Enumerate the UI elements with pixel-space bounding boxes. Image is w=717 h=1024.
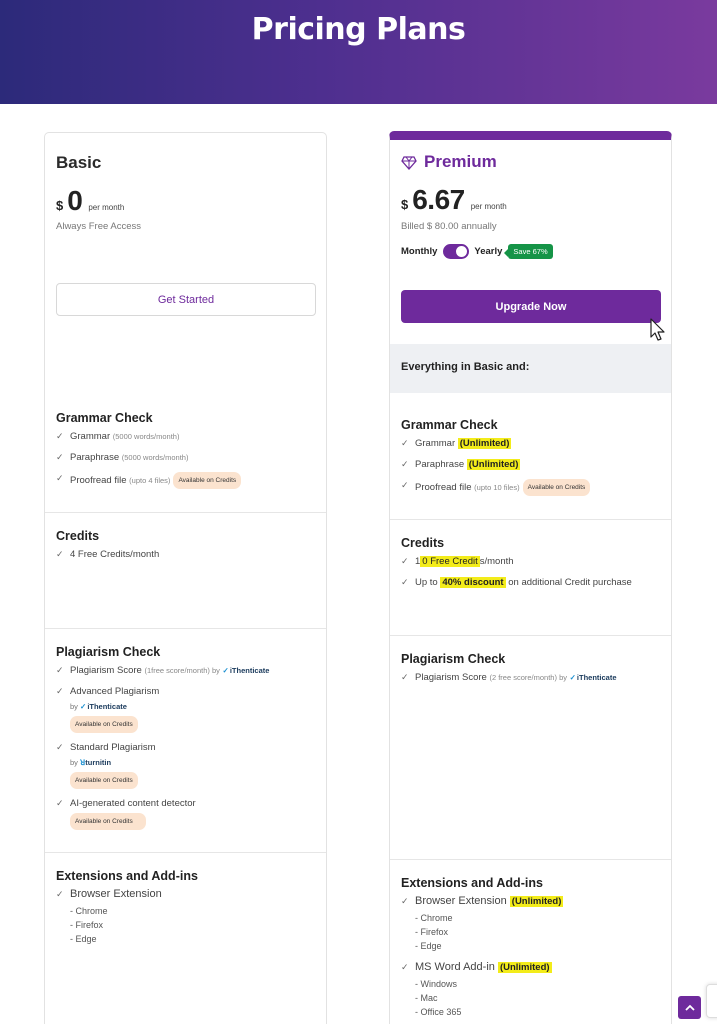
- credits-badge: Available on Credits: [173, 472, 242, 489]
- ithenticate-logo: iThenticate: [570, 673, 617, 682]
- chevron-up-icon: [684, 1004, 695, 1011]
- credits-badge: Available on Credits: [70, 772, 138, 789]
- check-icon: ✓: [56, 665, 64, 675]
- credits-badge: Available on Credits: [70, 716, 138, 733]
- extensions-section: Extensions and Add-ins ✓ Browser Extensio…: [390, 860, 671, 1024]
- credits-section: Credits ✓ 1 0 Free Credit s/month ✓ Up to 40…: [390, 520, 671, 636]
- extensions-section: Extensions and Add-ins ✓ Browser Extensio…: [45, 853, 326, 1024]
- feature-item: ✓Advanced Plagiarism by iThenticate Avai…: [56, 685, 315, 733]
- get-started-button[interactable]: Get Started: [56, 283, 316, 316]
- billing-toggle-row: Monthly Yearly Save 67%: [401, 244, 553, 259]
- section-title: Plagiarism Check: [56, 645, 161, 659]
- credits-badge: Available on Credits: [522, 479, 591, 496]
- check-icon: ✓: [56, 742, 64, 752]
- unlimited-highlight: (Unlimited): [509, 896, 564, 907]
- unlimited-highlight: (Unlimited): [457, 438, 512, 449]
- check-icon: ✓: [401, 438, 409, 448]
- page-header: Pricing Plans: [0, 0, 717, 104]
- plan-price: $ 6.67 per month: [401, 184, 507, 216]
- check-icon: ✓: [56, 431, 64, 441]
- diamond-icon: [401, 156, 417, 170]
- feature-item: ✓ Grammar (Unlimited): [401, 438, 512, 449]
- plan-price: $ 0 per month: [56, 185, 124, 217]
- price-period: per month: [88, 203, 125, 212]
- check-icon: ✓: [401, 480, 409, 490]
- feature-item: ✓ Browser Extension (Unlimited) - Chrome …: [401, 895, 564, 951]
- section-title: Grammar Check: [56, 411, 153, 425]
- upgrade-now-button[interactable]: Upgrade Now: [401, 290, 661, 323]
- plan-name: Basic: [56, 153, 102, 172]
- feature-item: ✓ Plagiarism Score (1free score/month) by…: [56, 664, 315, 677]
- check-icon: ✓: [401, 672, 409, 682]
- check-icon: ✓: [401, 556, 409, 566]
- feature-item: ✓ Standard Plagiarism by ꓤturnitin Availa…: [56, 741, 315, 789]
- plan-name: Premium: [424, 152, 497, 171]
- billing-note: Billed $ 80.00 annually: [401, 221, 497, 232]
- check-icon: ✓: [56, 798, 64, 808]
- plan-note: Always Free Access: [56, 221, 141, 232]
- yearly-label[interactable]: Yearly: [474, 246, 502, 257]
- page-title: Pricing Plans: [251, 12, 466, 47]
- price-amount: 6.67: [412, 184, 465, 215]
- plagiarism-section: Plagiarism Check ✓ Plagiarism Score (2 fr…: [390, 636, 671, 860]
- save-badge: Save 67%: [504, 244, 553, 259]
- feature-item: ✓ Up to 40% discount on additional Credit…: [401, 577, 632, 588]
- currency-symbol: $: [401, 197, 409, 212]
- feature-item: ✓ Plagiarism Score (2 free score/month) b…: [401, 671, 660, 684]
- check-icon: ✓: [56, 549, 64, 559]
- ithenticate-logo: iThenticate: [80, 702, 127, 711]
- section-title: Credits: [56, 529, 100, 543]
- basic-plan-card: Basic $ 0 per month Always Free Access G…: [44, 132, 327, 1024]
- currency-symbol: $: [56, 198, 64, 213]
- feature-item: ✓ Browser Extension - Chrome - Firefox - …: [56, 888, 162, 944]
- mouse-cursor-icon: [650, 318, 665, 341]
- section-title: Extensions and Add-ins: [401, 876, 543, 890]
- check-icon: ✓: [401, 459, 409, 469]
- feature-item: ✓ MS Word Add-in (Unlimited) - Windows - …: [401, 961, 552, 1017]
- billing-toggle[interactable]: [443, 244, 470, 259]
- check-icon: ✓: [56, 889, 64, 899]
- credits-section: Credits ✓ 4 Free Credits/month: [45, 513, 326, 629]
- check-icon: ✓: [56, 686, 64, 696]
- turnitin-logo: ꓤturnitin: [80, 758, 112, 767]
- feature-item: ✓ 4 Free Credits/month: [56, 549, 160, 560]
- feature-item: ✓ Proofread file (upto 4 files) Available …: [56, 472, 315, 489]
- ithenticate-logo: iThenticate: [223, 666, 270, 675]
- unlimited-highlight: (Unlimited): [466, 459, 521, 470]
- grammar-section: Grammar Check ✓ Grammar (Unlimited) ✓ Para…: [390, 418, 671, 520]
- everything-in-basic-banner: Everything in Basic and:: [390, 344, 671, 393]
- check-icon: ✓: [56, 452, 64, 462]
- grammar-section: Grammar Check ✓ Grammar (5000 words/month…: [45, 411, 326, 513]
- price-amount: 0: [67, 185, 83, 216]
- price-period: per month: [470, 202, 507, 211]
- plagiarism-section: Plagiarism Check ✓ Plagiarism Score (1fre…: [45, 629, 326, 853]
- feature-item: ✓ 1 0 Free Credit s/month: [401, 556, 514, 567]
- feature-item: ✓ Proofread file (upto 10 files) Available…: [401, 479, 660, 496]
- check-icon: ✓: [56, 473, 64, 483]
- feature-item: ✓ AI-generated content detector Available…: [56, 797, 315, 830]
- section-title: Grammar Check: [401, 418, 498, 432]
- check-icon: ✓: [401, 896, 409, 906]
- section-title: Extensions and Add-ins: [56, 869, 198, 883]
- unlimited-highlight: (Unlimited): [497, 962, 552, 973]
- premium-plan-card: Premium $ 6.67 per month Billed $ 80.00 …: [389, 131, 672, 1024]
- section-title: Plagiarism Check: [401, 652, 506, 666]
- scroll-to-top-button[interactable]: [678, 996, 701, 1019]
- monthly-label[interactable]: Monthly: [401, 246, 437, 257]
- check-icon: ✓: [401, 962, 409, 972]
- credits-badge: Available on Credits: [70, 813, 146, 830]
- side-widget-tab[interactable]: [706, 984, 717, 1018]
- check-icon: ✓: [401, 577, 409, 587]
- section-title: Credits: [401, 536, 445, 550]
- feature-item: ✓ Grammar (5000 words/month): [56, 431, 180, 442]
- feature-item: ✓ Paraphrase (Unlimited): [401, 459, 521, 470]
- feature-item: ✓ Paraphrase (5000 words/month): [56, 452, 189, 463]
